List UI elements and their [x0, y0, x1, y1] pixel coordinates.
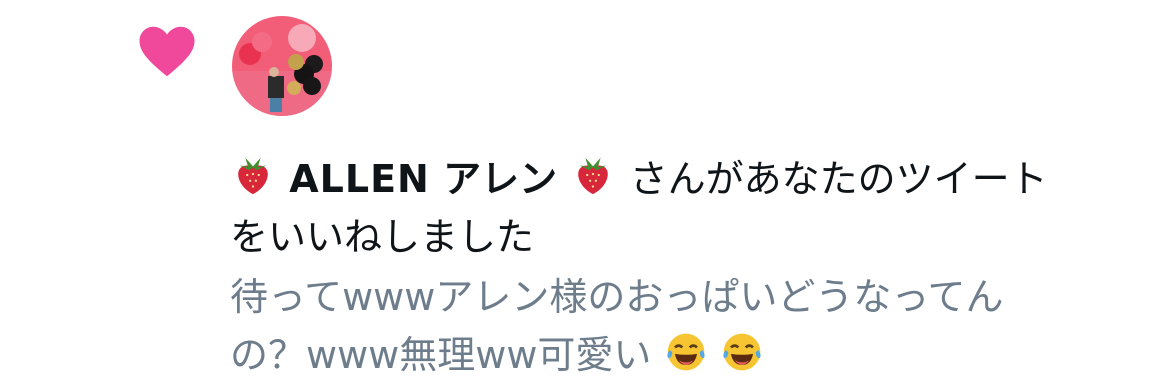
strawberry-icon [578, 157, 609, 195]
strawberry-icon [238, 157, 268, 195]
tweet-text-line1: 待ってwwwアレン様のおっぱいどうなってん [230, 275, 1004, 319]
user-display-name-latin: ALLEN [289, 157, 430, 201]
face-with-tears-of-joy-icon [666, 333, 705, 371]
tweet-text-line2: の？www無理ww可愛い [230, 333, 652, 377]
user-display-name-kana: アレン [443, 157, 558, 201]
tweet-text[interactable]: 待ってwwwアレン様のおっぱいどうなってん の？www無理ww可愛い [230, 268, 1130, 384]
user-display-name[interactable]: ALLEN アレン [230, 157, 630, 201]
heart-icon [139, 26, 195, 77]
notification-text: ALLEN アレン さんがあなたのツイート をいいねしました [230, 150, 1130, 266]
action-text-line1: さんがあなたのツイート [629, 157, 1048, 201]
action-text-line2: をいいねしました [230, 215, 535, 259]
avatar[interactable] [232, 16, 332, 116]
face-with-tears-of-joy-icon [722, 333, 761, 371]
